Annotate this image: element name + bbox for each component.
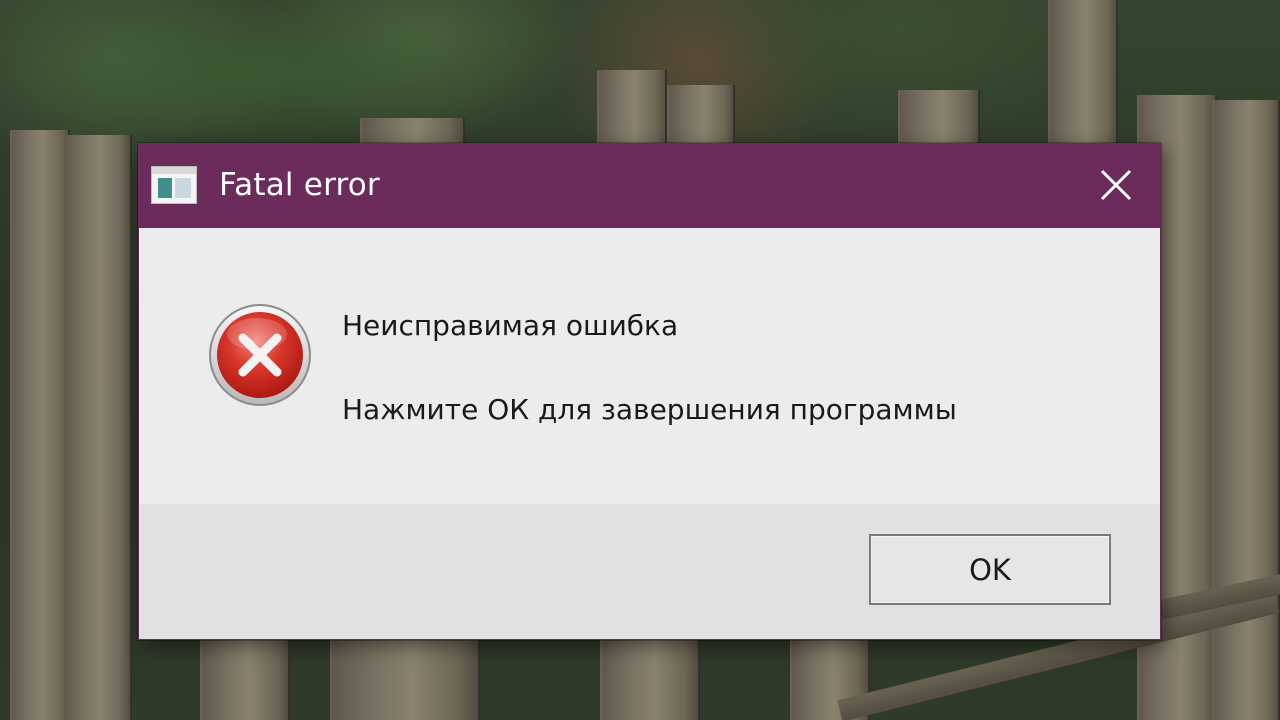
fence-plank [898,90,980,150]
title-bar[interactable]: Fatal error [139,144,1160,228]
error-message: Нажмите ОК для завершения программы [342,393,957,426]
error-heading: Неисправимая ошибка [342,309,679,342]
fence-plank [200,640,290,720]
dialog-footer: OK [139,504,1160,639]
dialog-title: Fatal error [219,167,380,203]
dialog-content: Неисправимая ошибка Нажмите ОК для завер… [139,228,1160,504]
fence-plank [10,130,70,720]
fatal-error-dialog: Fatal error Неисправимая ошибка Нажмите … [138,143,1161,640]
fence-plank [330,640,480,720]
fence-plank [1048,0,1118,150]
fence-plank [600,640,700,720]
close-button[interactable] [1086,158,1146,214]
ok-button[interactable]: OK [869,534,1111,605]
fence-plank [597,70,667,150]
app-window-icon [151,166,197,204]
close-icon [1100,169,1132,201]
error-x-icon [209,304,311,406]
fence-plank [62,135,132,720]
